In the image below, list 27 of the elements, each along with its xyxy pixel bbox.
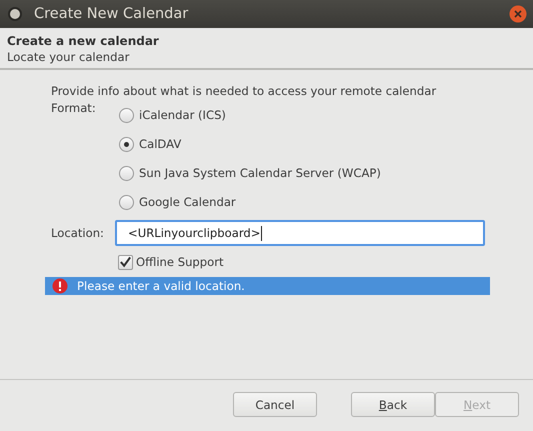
format-option[interactable]: Sun Java System Calendar Server (WCAP) [119, 164, 381, 182]
option-label: Sun Java System Calendar Server (WCAP) [139, 166, 381, 180]
radio-button[interactable] [119, 194, 134, 210]
page-subtitle: Locate your calendar [7, 50, 130, 64]
radio-button[interactable] [119, 136, 134, 152]
error-message: Please enter a valid location. [77, 279, 245, 293]
wizard-button[interactable]: Cancel [233, 392, 317, 417]
offline-checkbox[interactable]: Offline Support [118, 252, 533, 272]
format-label: Format: [51, 101, 97, 117]
radio-button[interactable] [119, 108, 134, 122]
option-label: CalDAV [139, 137, 182, 151]
location-field[interactable]: <URLinyourclipboard> [115, 220, 485, 246]
radio-button[interactable] [119, 166, 134, 180]
window-menu-icon[interactable] [10, 9, 20, 19]
format-option[interactable]: Google Calendar [119, 193, 381, 211]
close-icon[interactable] [509, 5, 527, 23]
location-label: Location: [51, 226, 105, 240]
instruction-text: Provide info about what is needed to access your remote calendar [50, 84, 438, 98]
check-icon [119, 255, 132, 269]
format-option[interactable]: iCalendar (ICS) [119, 106, 381, 124]
error-icon [52, 278, 68, 294]
window-title: Create New Calendar [34, 6, 188, 22]
wizard-button[interactable]: Back [351, 392, 435, 417]
format-option[interactable]: CalDAV [119, 135, 381, 153]
page-title: Create a new calendar [7, 34, 160, 48]
option-label: Google Calendar [139, 195, 236, 209]
option-label: iCalendar (ICS) [139, 108, 226, 122]
